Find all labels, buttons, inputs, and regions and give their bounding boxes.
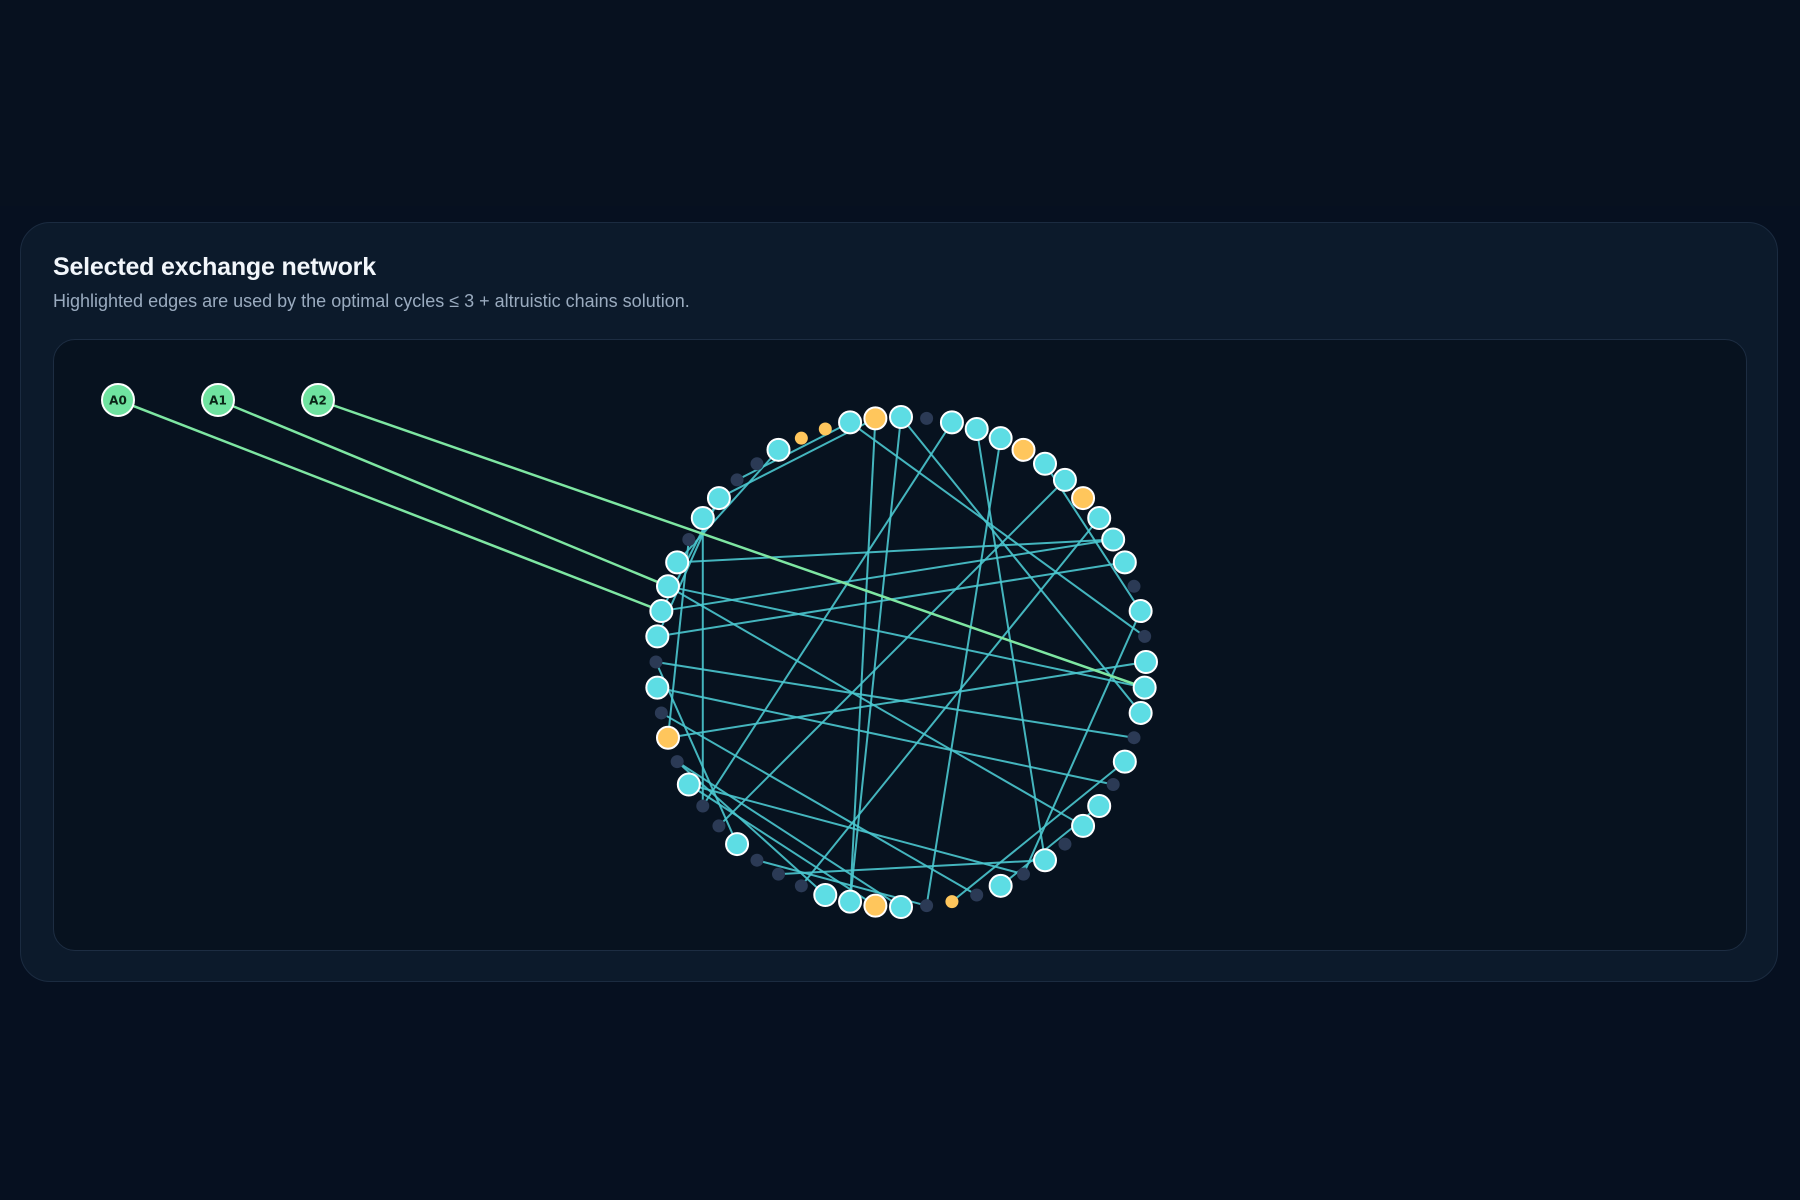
pair-node-unmatched[interactable] [970,888,984,902]
cycle-edge [951,760,1126,903]
top-band [0,0,1800,206]
card-subtitle: Highlighted edges are used by the optima… [53,291,690,311]
pair-node-matched[interactable] [725,832,750,857]
pair-node-matched[interactable] [813,883,838,908]
cycle-edge [925,438,1002,906]
pair-node-unmatched[interactable] [712,819,726,833]
pair-node-matched[interactable] [889,895,913,919]
pair-node-unmatched[interactable] [920,899,934,913]
pair-node-unmatched[interactable] [794,879,808,893]
pair-node-highlighted[interactable] [863,406,888,431]
cycle-edge [688,783,876,907]
pair-node-unmatched[interactable] [730,473,744,487]
pair-node-unmatched[interactable] [1017,867,1030,881]
pair-node-unmatched[interactable] [682,533,696,546]
pair-node-unmatched[interactable] [649,655,663,669]
cycle-edge [778,859,1046,876]
pair-node-matched[interactable] [645,624,670,649]
chain-edge [117,398,662,613]
cycle-edge [736,421,851,481]
pair-node-unmatched[interactable] [1127,731,1141,745]
pair-node-matched[interactable] [1128,599,1153,624]
pair-node-matched[interactable] [766,437,791,462]
altruist-node-label: A0 [109,394,127,408]
card-title: Selected exchange network [53,253,376,281]
altruist-node-label: A1 [209,394,227,408]
pair-node-matched[interactable] [838,410,863,435]
cycle-edge [655,661,1135,739]
pair-node-matched[interactable] [939,410,964,435]
pair-node-matched[interactable] [838,889,863,914]
chain-edge [217,398,669,588]
pair-node-matched[interactable] [1033,451,1058,476]
pair-node-unmatched[interactable] [1127,579,1141,593]
pair-node-matched[interactable] [1087,505,1112,530]
pair-node-matched[interactable] [1112,749,1137,774]
pair-node-matched[interactable] [645,675,670,700]
pair-node-highlighted-small[interactable] [945,895,959,909]
pair-node-matched[interactable] [988,873,1013,898]
pair-node-unmatched[interactable] [750,457,764,471]
pair-node-matched[interactable] [649,599,674,624]
pair-node-matched[interactable] [1101,527,1126,552]
pair-node-unmatched[interactable] [670,755,684,769]
pair-node-matched[interactable] [1087,794,1112,819]
cycle-edge [677,538,1114,564]
pair-node-unmatched[interactable] [772,867,785,881]
pair-node-matched[interactable] [1132,675,1157,700]
exchange-network-graph: A0 A1 A2 [101,383,1158,919]
pair-node-highlighted[interactable] [1011,437,1036,462]
pair-node-highlighted-small[interactable] [794,431,808,445]
pair-node-matched[interactable] [1128,700,1153,725]
pair-node-highlighted[interactable] [655,725,680,750]
pair-node-matched[interactable] [889,405,913,429]
pair-node-matched[interactable] [988,426,1013,451]
pair-node-matched[interactable] [1071,813,1096,838]
pair-node-unmatched[interactable] [750,853,764,867]
network-card: Selected exchange network Highlighted ed… [20,222,1778,982]
pair-node-matched[interactable] [655,574,680,599]
pair-node-highlighted[interactable] [863,893,888,918]
pair-node-matched[interactable] [964,416,989,441]
pair-node-matched[interactable] [1052,467,1077,492]
pair-node-unmatched[interactable] [654,706,668,720]
pair-node-unmatched[interactable] [1106,778,1120,791]
cycle-edge [975,428,1046,861]
altruist-node-label: A2 [309,394,327,408]
pair-node-matched[interactable] [690,505,715,530]
cycle-edge [667,585,1145,689]
pair-node-matched[interactable] [676,772,701,797]
pair-node-highlighted[interactable] [1071,486,1096,511]
altruist-nodes: A0 A1 A2 [101,383,335,417]
pair-node-matched[interactable] [1033,848,1058,873]
pair-node-matched[interactable] [1134,650,1158,674]
pair-node-highlighted-small[interactable] [818,422,832,436]
pair-node-matched[interactable] [1112,550,1137,575]
pair-node-unmatched[interactable] [1138,629,1152,643]
network-graph-panel: A0 A1 A2 [53,339,1747,951]
pair-node-matched[interactable] [665,550,690,575]
pair-node-matched[interactable] [706,486,731,511]
pair-node-unmatched[interactable] [920,411,934,425]
pair-node-unmatched[interactable] [1058,837,1072,851]
pair-node-unmatched[interactable] [696,799,710,813]
